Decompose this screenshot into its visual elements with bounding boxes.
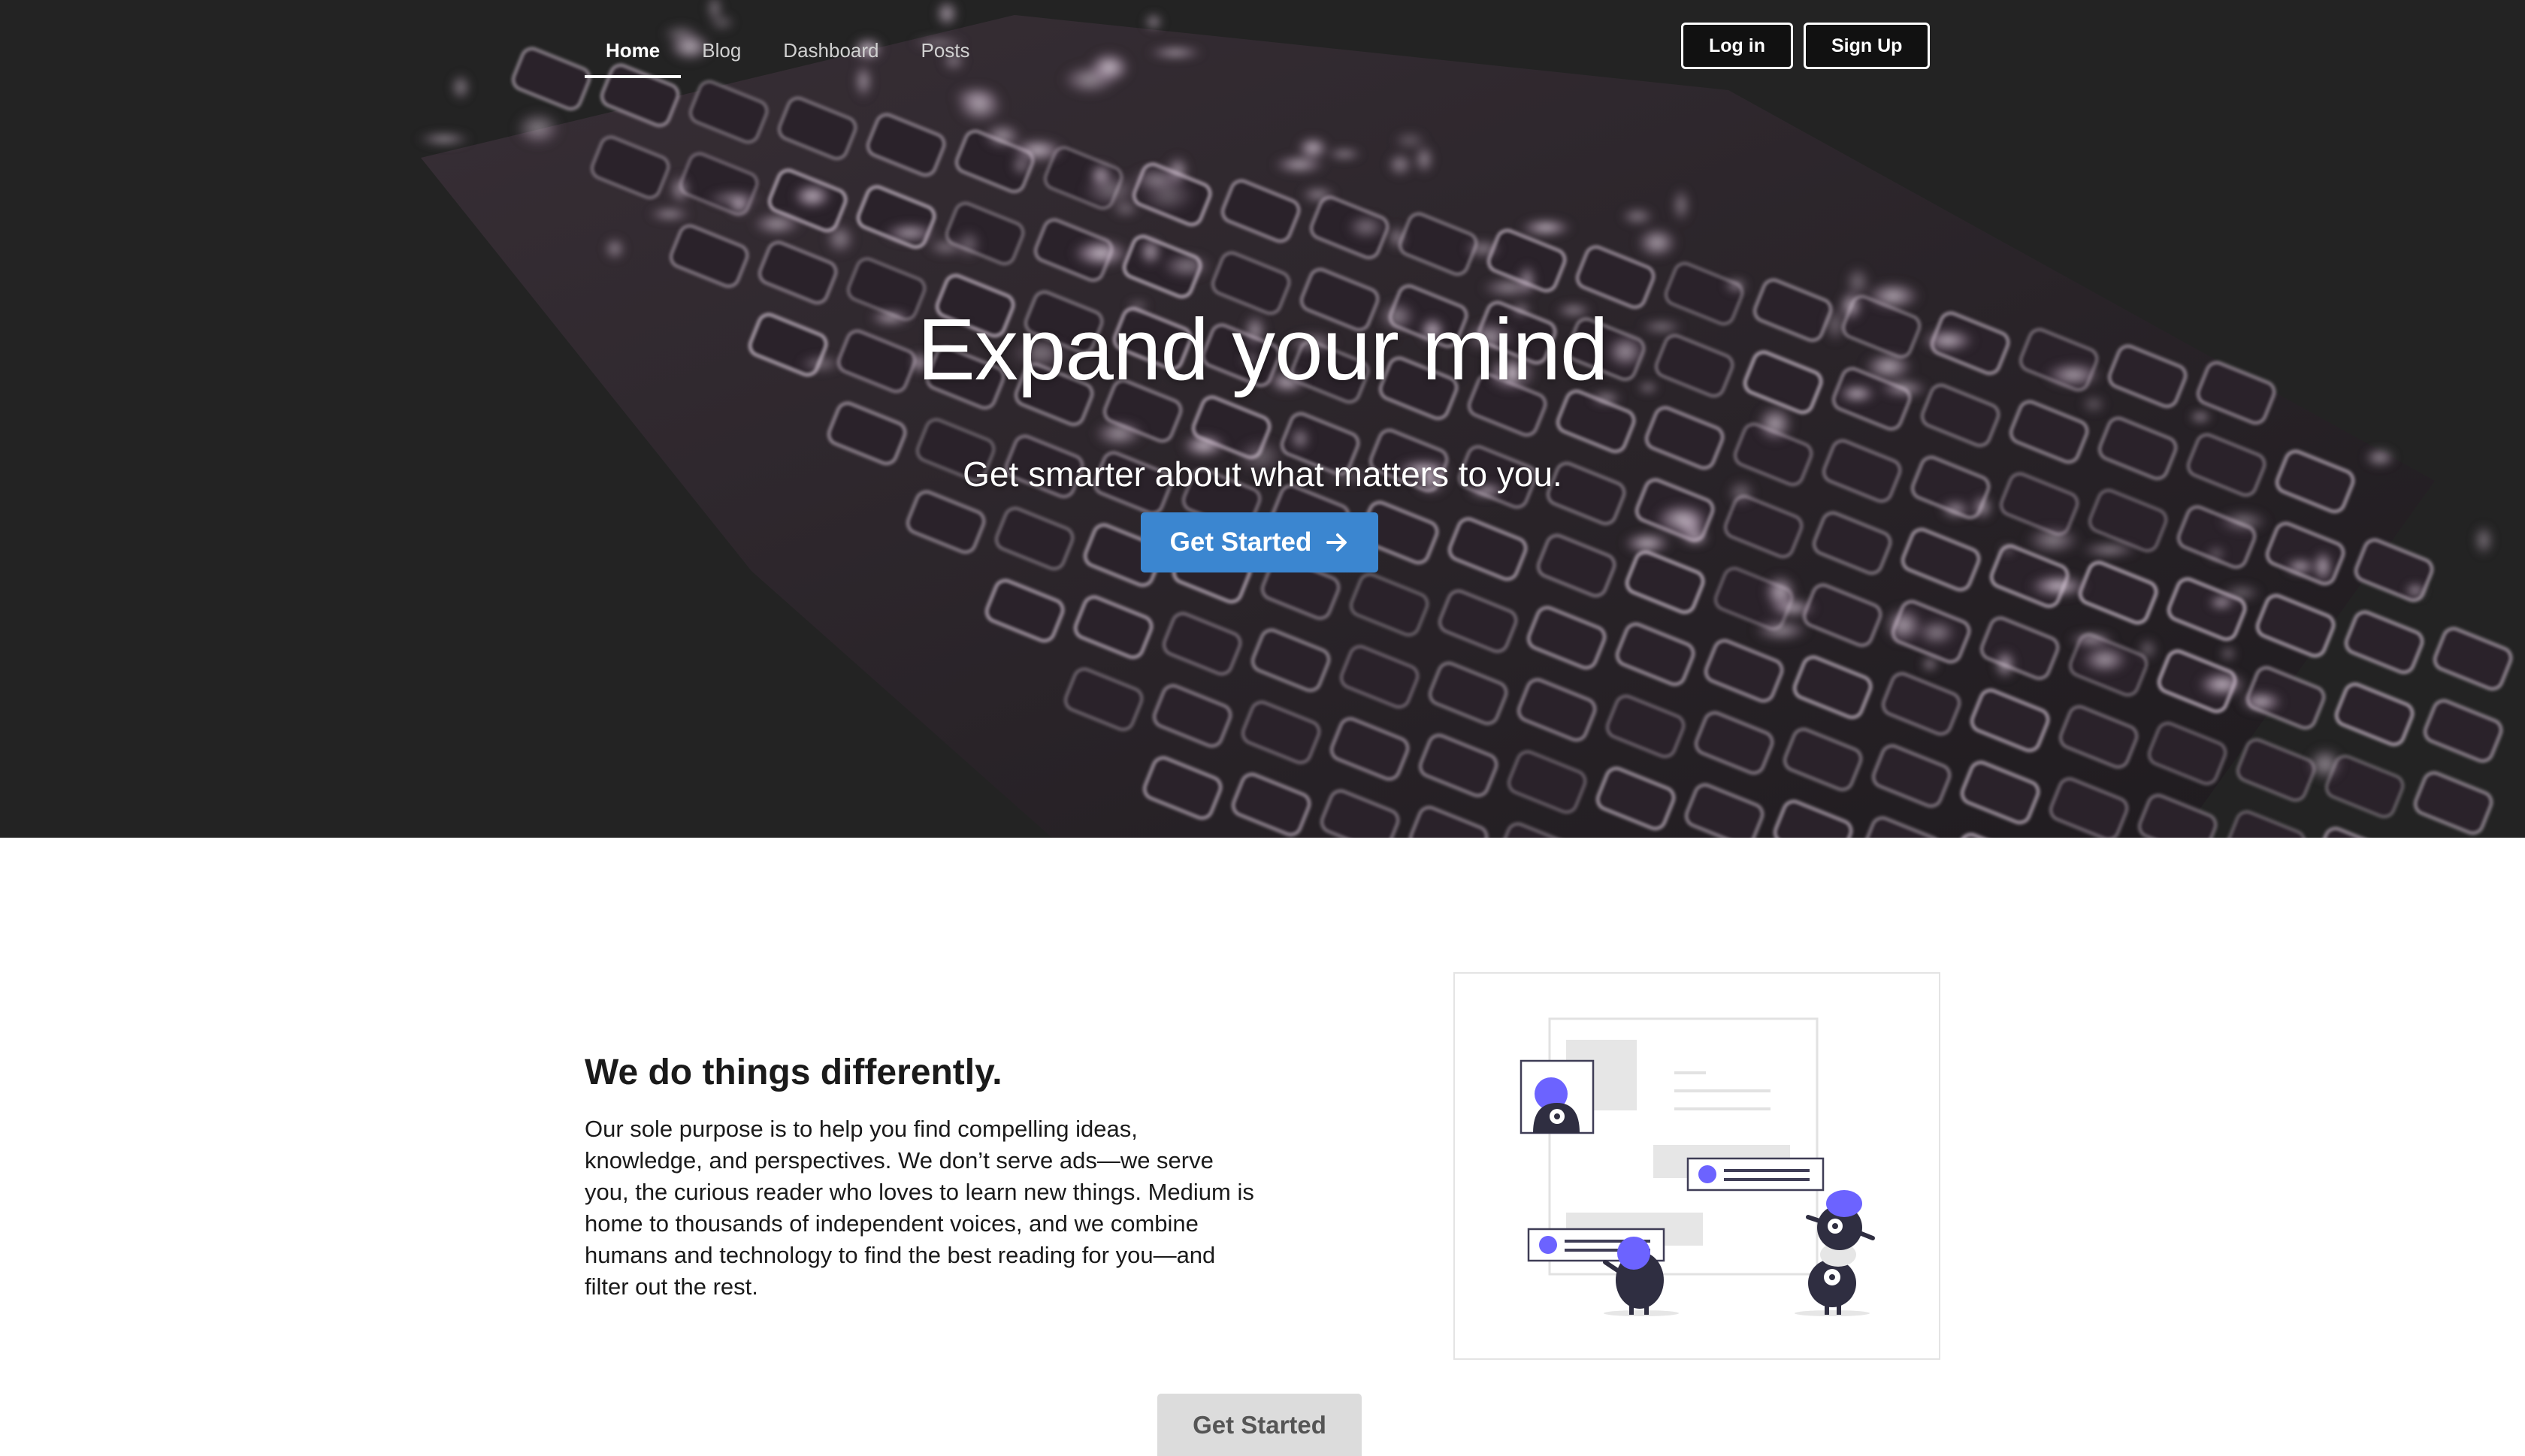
reading-illustration: [1453, 972, 1940, 1360]
nav-item-dashboard[interactable]: Dashboard: [762, 23, 900, 78]
nav-item-posts[interactable]: Posts: [900, 23, 991, 78]
feature-title: We do things differently.: [585, 1053, 1002, 1092]
hero-get-started-button[interactable]: Get Started: [1141, 512, 1378, 572]
main-nav: Home Blog Dashboard Posts: [585, 23, 991, 78]
footer-get-started-button[interactable]: Get Started: [1157, 1394, 1362, 1456]
illustration-graphic: [1520, 1017, 1875, 1316]
hero-get-started-label: Get Started: [1169, 527, 1312, 557]
hero-title: Expand your mind: [917, 301, 1609, 398]
nav-item-home[interactable]: Home: [585, 23, 682, 78]
signup-button[interactable]: Sign Up: [1803, 23, 1931, 69]
keyboard-background-image: [0, 0, 2525, 838]
feature-body: Our sole purpose is to help you find com…: [585, 1116, 1254, 1300]
arrow-right-icon: [1325, 530, 1349, 554]
nav-item-blog[interactable]: Blog: [681, 23, 762, 78]
hero-subtitle: Get smarter about what matters to you.: [963, 455, 1562, 494]
hero-section: Home Blog Dashboard Posts Log in Sign Up…: [0, 0, 2525, 838]
login-button[interactable]: Log in: [1681, 23, 1793, 69]
auth-buttons: Log in Sign Up: [1681, 23, 1931, 69]
